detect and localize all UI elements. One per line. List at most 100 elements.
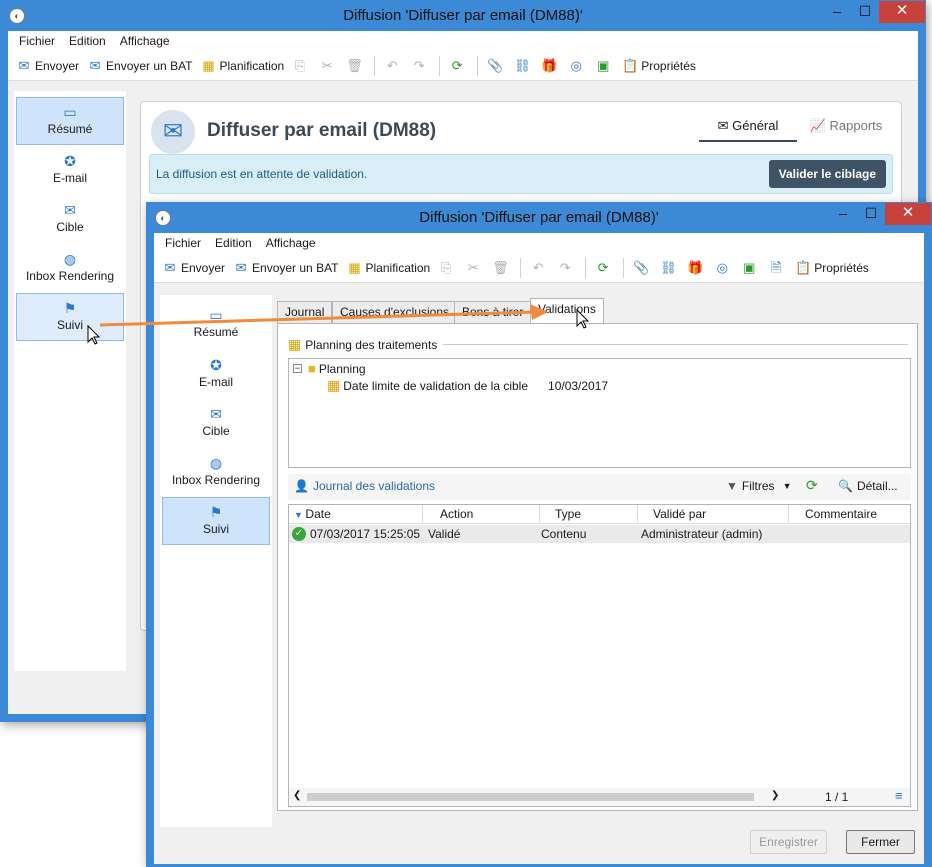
refresh-icon: ⟳ [597,259,609,275]
menu-fichier[interactable]: Fichier [12,31,62,51]
calendar-icon: ▦ [348,259,361,275]
delete-button[interactable]: 🗑 [342,53,369,79]
clipboard-icon: 📋 [795,259,812,275]
attach-button[interactable]: 📎 [483,53,510,79]
tab-journal[interactable]: Journal [277,301,333,323]
filters-button[interactable]: ▼ Filtres ▼ [726,479,791,493]
nav-inbox-rendering[interactable]: ◍ Inbox Rendering [16,245,124,293]
menu-edition[interactable]: Edition [208,233,259,253]
properties-button[interactable]: 📋 Propriétés [618,53,700,79]
trash-icon: 🗑 [492,259,509,275]
tab-validations[interactable]: Validations [530,298,604,323]
front-window: ◐ Diffusion 'Diffuser par email (DM88)' … [146,202,932,867]
maximize-button[interactable]: ☐ [857,203,885,225]
delivery-icon: ✉ [151,110,195,154]
tab-exclusions[interactable]: Causes d'exclusions [332,301,458,323]
maximize-button[interactable]: ☐ [851,1,879,23]
nav-resume[interactable]: ▭ Résumé [162,301,270,349]
nav-inbox-rendering[interactable]: ◍ Inbox Rendering [162,449,270,497]
gift-icon: 🎁 [687,259,704,275]
offer-button[interactable]: 🎁 [683,255,710,281]
nav-suivi[interactable]: ⚑ Suivi [16,293,124,341]
calculator-button[interactable]: ▣ [737,255,764,281]
delete-button[interactable]: 🗑 [488,255,515,281]
cut-icon: ✂ [321,57,333,73]
send-button[interactable]: ✉ Envoyer [12,53,83,79]
send-button[interactable]: ✉ Envoyer [158,255,229,281]
offer-button[interactable]: 🎁 [537,53,564,79]
link-button[interactable]: ⛓ [510,53,537,79]
col-type[interactable]: Type [540,505,638,523]
schedule-button[interactable]: ▦ Planification [197,53,289,79]
undo-button[interactable]: ↶ [526,255,553,281]
front-menubar: Fichier Edition Affichage [154,233,924,253]
link-icon: ⛓ [660,259,677,275]
refresh-button[interactable]: ⟳ [445,53,472,79]
close-window-button[interactable]: ✕ [879,1,925,23]
tree-root[interactable]: − ■ Planning [293,361,366,376]
col-date[interactable]: ▼ Date [289,505,423,523]
refresh-button[interactable]: ⟳ [591,255,618,281]
close-button[interactable]: Fermer [846,830,915,854]
target-icon: ◎ [716,259,728,275]
scroll-left-icon[interactable]: ❮ [293,790,301,801]
refresh-icon: ⟳ [451,57,463,73]
col-validated-by[interactable]: Validé par [638,505,789,523]
col-action[interactable]: Action [423,505,540,523]
tab-proofs[interactable]: Bons à tirer [454,301,532,323]
properties-button[interactable]: 📋 Propriétés [791,255,873,281]
menu-fichier[interactable]: Fichier [158,233,208,253]
document-button[interactable]: 🗎 [764,255,791,281]
front-window-titlebar[interactable]: ◐ Diffusion 'Diffuser par email (DM88)' … [147,203,931,233]
nav-cible[interactable]: ✉ Cible [16,196,124,244]
tracking-button[interactable]: ◎ [710,255,737,281]
nav-suivi[interactable]: ⚑ Suivi [162,497,270,545]
cut-button[interactable]: ✂ [315,53,342,79]
detail-button[interactable]: 🔍 Détail... [838,479,898,493]
validated-check-icon: ✓ [292,527,306,541]
link-button[interactable]: ⛓ [656,255,683,281]
calculator-icon: ▣ [597,57,610,73]
undo-button[interactable]: ↶ [380,53,407,79]
menu-affichage[interactable]: Affichage [113,31,177,51]
menu-lines-icon[interactable]: ≡ [895,788,903,803]
search-icon: 🔍 [838,479,853,493]
nav-email[interactable]: ✪ E-mail [162,351,270,399]
planning-title: Planning des traitements [305,337,438,352]
tab-general[interactable]: ✉ Général [699,118,797,142]
nav-email[interactable]: ✪ E-mail [16,147,124,195]
redo-button[interactable]: ↷ [553,255,580,281]
menu-edition[interactable]: Edition [62,31,113,51]
attach-button[interactable]: 📎 [629,255,656,281]
send-proof-button[interactable]: ✉ Envoyer un BAT [229,255,342,281]
tracking-button[interactable]: ◎ [564,53,591,79]
send-proof-button[interactable]: ✉ Envoyer un BAT [83,53,196,79]
table-row[interactable]: ✓ 07/03/2017 15:25:05 Validé Contenu Adm… [289,525,910,543]
tree-child[interactable]: ▦ Date limite de validation de la cible … [327,377,608,394]
scroll-right-icon[interactable]: ❯ [771,790,779,801]
journal-title[interactable]: 👤 Journal des validations [294,479,435,493]
minimize-button[interactable]: – [823,1,851,23]
refresh-journal-button[interactable]: ⟳ [806,477,818,494]
close-window-button[interactable]: ✕ [885,203,931,225]
calculator-button[interactable]: ▣ [591,53,618,79]
toolbar-separator [520,257,522,278]
link-icon: ⛓ [514,57,531,73]
minimize-button[interactable]: – [829,203,857,225]
horizontal-scrollbar[interactable] [307,793,754,801]
redo-button[interactable]: ↷ [407,53,434,79]
delivery-title: Diffuser par email (DM88) [207,120,437,141]
copy-button[interactable]: ⎘ [434,255,461,281]
nav-resume[interactable]: ▭ Résumé [16,97,124,145]
collapse-icon[interactable]: − [293,364,302,373]
nav-cible[interactable]: ✉ Cible [162,400,270,448]
tab-reports[interactable]: 📈 Rapports [801,118,891,142]
menu-affichage[interactable]: Affichage [259,233,323,253]
copy-button[interactable]: ⎘ [288,53,315,79]
back-window-titlebar[interactable]: ◐ Diffusion 'Diffuser par email (DM88)' … [1,1,925,31]
validate-targeting-button[interactable]: Valider le ciblage [768,160,886,188]
save-button[interactable]: Enregistrer [750,830,827,854]
col-comment[interactable]: Commentaire [789,505,910,523]
schedule-button[interactable]: ▦ Planification [343,255,435,281]
cut-button[interactable]: ✂ [461,255,488,281]
